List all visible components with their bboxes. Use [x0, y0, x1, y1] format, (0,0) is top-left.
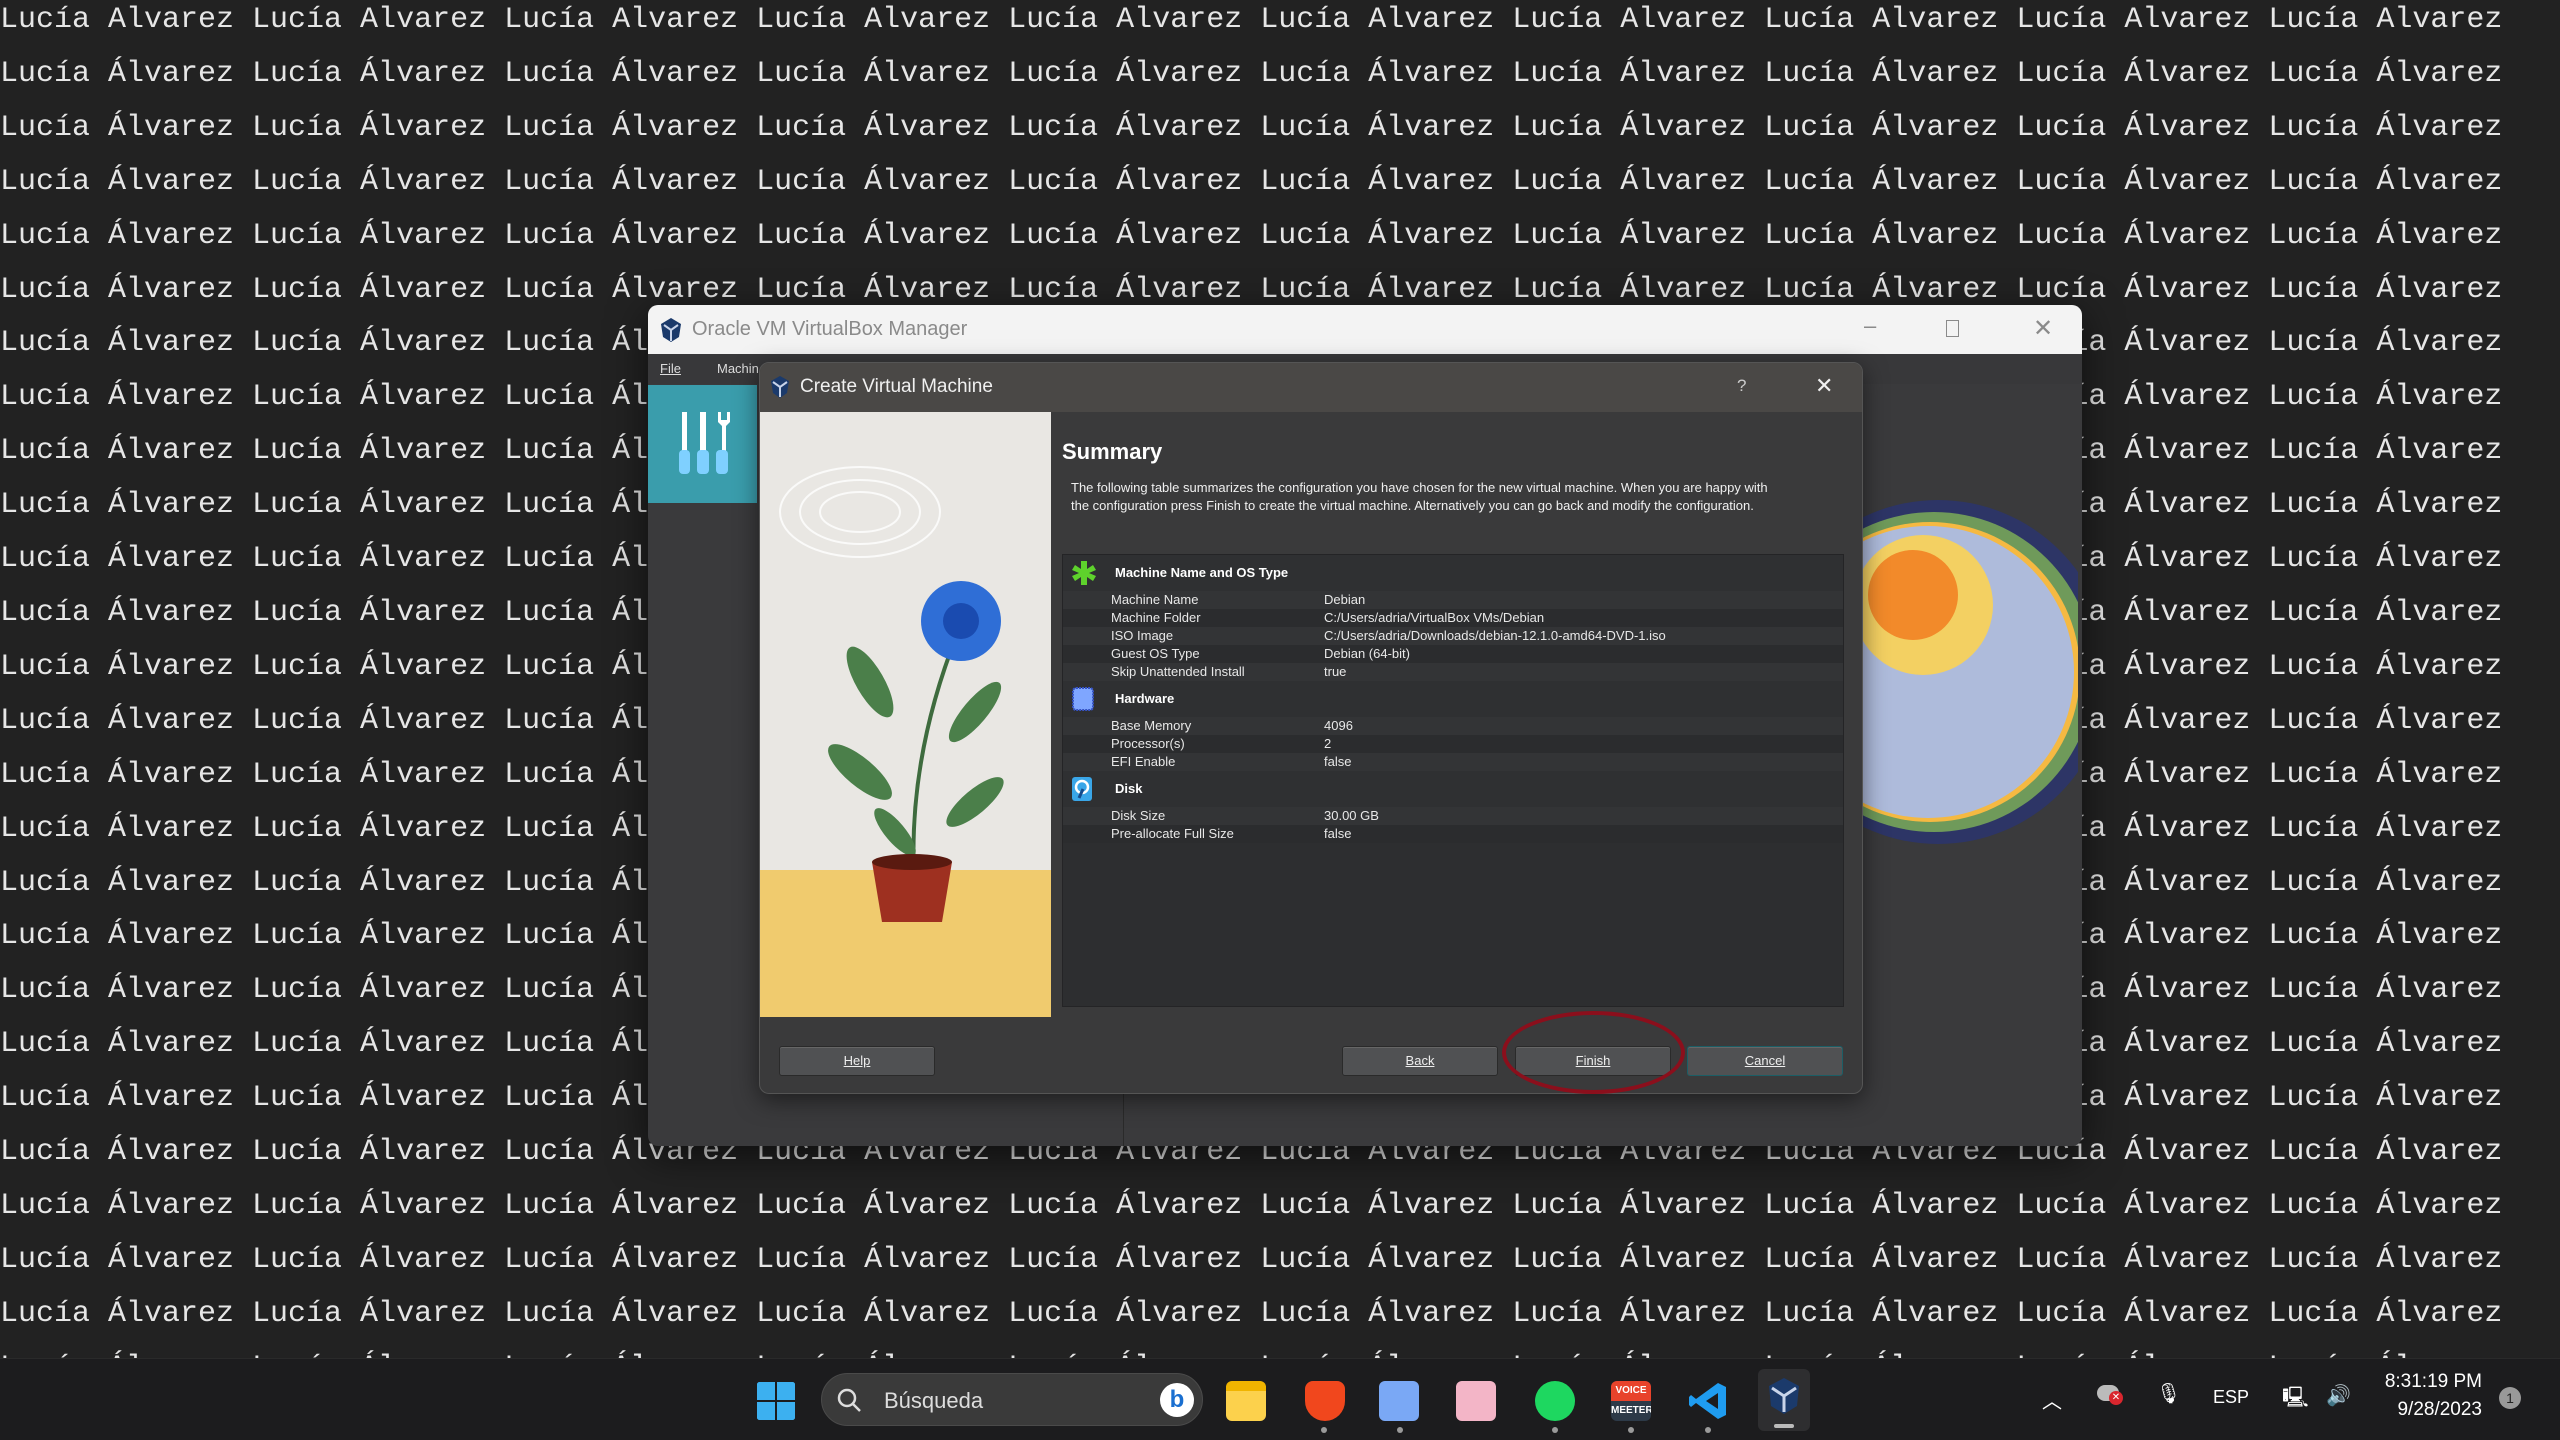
table-row: Machine Folder C:/Users/adria/VirtualBox … — [1063, 609, 1843, 627]
spotify-icon[interactable] — [1535, 1381, 1575, 1421]
onedrive-error-icon[interactable]: ✕ — [2097, 1385, 2119, 1401]
table-row: EFI Enable false — [1063, 753, 1843, 771]
running-indicator — [1321, 1427, 1327, 1433]
row-value: 4096 — [1324, 717, 1353, 735]
voicemeeter-label-bottom: MEETER — [1611, 1401, 1651, 1421]
show-hidden-icons-chevron[interactable]: ︿ — [2042, 1385, 2062, 1414]
section-title: Hardware — [1115, 681, 1174, 717]
active-indicator — [1774, 1424, 1794, 1428]
row-label: Machine Name — [1111, 591, 1198, 609]
help-icon[interactable]: ? — [1737, 376, 1746, 396]
table-row: Skip Unattended Install true — [1063, 663, 1843, 681]
running-indicator — [1705, 1427, 1711, 1433]
microphone-icon[interactable]: 🎙 — [2156, 1381, 2181, 1406]
dialog-title-bar[interactable]: Create Virtual Machine ? ✕ — [760, 363, 1862, 412]
clock-time[interactable]: 8:31:19 PM — [2382, 1371, 2482, 1393]
table-row: Processor(s) 2 — [1063, 735, 1843, 753]
row-label: Guest OS Type — [1111, 645, 1200, 663]
virtualbox-taskbar-button[interactable] — [1758, 1369, 1810, 1431]
file-explorer-icon[interactable] — [1226, 1381, 1266, 1421]
section-title: Disk — [1115, 771, 1142, 807]
create-vm-dialog: Create Virtual Machine ? ✕ Summary The f… — [759, 362, 1863, 1094]
table-row: Base Memory 4096 — [1063, 717, 1843, 735]
row-label: Disk Size — [1111, 807, 1165, 825]
voicemeeter-icon[interactable]: VOICEMEETER — [1611, 1381, 1651, 1421]
maximize-button[interactable] — [1946, 320, 1959, 337]
language-indicator[interactable]: ESP — [2213, 1387, 2249, 1408]
row-label: Pre-allocate Full Size — [1111, 825, 1234, 843]
row-value: false — [1324, 753, 1351, 771]
row-value: Debian — [1324, 591, 1365, 609]
menu-file[interactable]: File — [660, 361, 681, 376]
table-row: Disk Size 30.00 GB — [1063, 807, 1843, 825]
row-label: Processor(s) — [1111, 735, 1185, 753]
brave-icon[interactable] — [1305, 1381, 1345, 1421]
row-label: Skip Unattended Install — [1111, 663, 1245, 681]
running-indicator — [1552, 1427, 1558, 1433]
plant-illustration — [760, 412, 1051, 1017]
row-label: EFI Enable — [1111, 753, 1175, 771]
row-label: Base Memory — [1111, 717, 1191, 735]
finish-highlight-circle — [1502, 1011, 1685, 1094]
manager-title: Oracle VM VirtualBox Manager — [692, 318, 967, 341]
menu-machine[interactable]: Machin — [717, 361, 759, 376]
table-row: Guest OS Type Debian (64-bit) — [1063, 645, 1843, 663]
row-value: C:/Users/adria/Downloads/debian-12.1.0-a… — [1324, 627, 1666, 645]
discord-icon[interactable] — [1379, 1381, 1419, 1421]
network-icon[interactable]: 🖳 — [2282, 1383, 2309, 1417]
back-button[interactable]: Back — [1342, 1046, 1498, 1076]
close-icon[interactable]: ✕ — [1815, 373, 1833, 399]
virtualbox-icon — [1767, 1377, 1801, 1415]
voicemeeter-label-top: VOICE — [1611, 1381, 1651, 1401]
table-row: Pre-allocate Full Size false — [1063, 825, 1843, 843]
tools-icon — [678, 410, 734, 476]
summary-table: Machine Name and OS TypeMachine Name Debi… — [1062, 554, 1844, 1007]
taskbar: Búsqueda b VOICEMEETER ︿ ✕ 🎙 ESP 🖳 🔊 8:3… — [0, 1358, 2560, 1440]
search-box[interactable]: Búsqueda b — [821, 1373, 1203, 1426]
vscode-icon[interactable] — [1688, 1381, 1728, 1421]
bing-icon[interactable]: b — [1160, 1383, 1194, 1417]
close-button[interactable]: ✕ — [2033, 314, 2053, 343]
virtualbox-logo-icon — [770, 375, 790, 399]
section-header: Machine Name and OS Type — [1063, 555, 1843, 591]
section-header: Disk — [1063, 771, 1843, 807]
section-header: Hardware — [1063, 681, 1843, 717]
tools-button[interactable] — [648, 385, 757, 503]
notification-badge[interactable]: 1 — [2499, 1387, 2521, 1409]
minimize-button[interactable]: – — [1864, 313, 1876, 339]
section-title: Machine Name and OS Type — [1115, 555, 1288, 591]
search-icon — [836, 1387, 862, 1413]
row-value: true — [1324, 663, 1346, 681]
row-value: 2 — [1324, 735, 1331, 753]
row-label: ISO Image — [1111, 627, 1173, 645]
search-placeholder: Búsqueda — [884, 1388, 983, 1414]
row-value: C:/Users/adria/VirtualBox VMs/Debian — [1324, 609, 1544, 627]
clock-date[interactable]: 9/28/2023 — [2382, 1399, 2482, 1421]
help-button[interactable]: Help — [779, 1046, 935, 1076]
row-value: Debian (64-bit) — [1324, 645, 1410, 663]
discord-ptb-icon[interactable] — [1456, 1381, 1496, 1421]
page-title: Summary — [1062, 439, 1162, 465]
cancel-button[interactable]: Cancel — [1687, 1046, 1843, 1076]
summary-description: The following table summarizes the confi… — [1071, 479, 1771, 515]
row-value: 30.00 GB — [1324, 807, 1379, 825]
row-label: Machine Folder — [1111, 609, 1201, 627]
manager-title-bar[interactable]: Oracle VM VirtualBox Manager – ✕ — [648, 305, 2082, 354]
virtualbox-logo-icon — [660, 317, 682, 343]
row-value: false — [1324, 825, 1351, 843]
table-row: Machine Name Debian — [1063, 591, 1843, 609]
windows-start-icon[interactable] — [756, 1381, 796, 1421]
table-row: ISO Image C:/Users/adria/Downloads/debian… — [1063, 627, 1843, 645]
dialog-title: Create Virtual Machine — [800, 376, 993, 398]
running-indicator — [1397, 1427, 1403, 1433]
running-indicator — [1628, 1427, 1634, 1433]
volume-icon[interactable]: 🔊 — [2326, 1383, 2351, 1408]
